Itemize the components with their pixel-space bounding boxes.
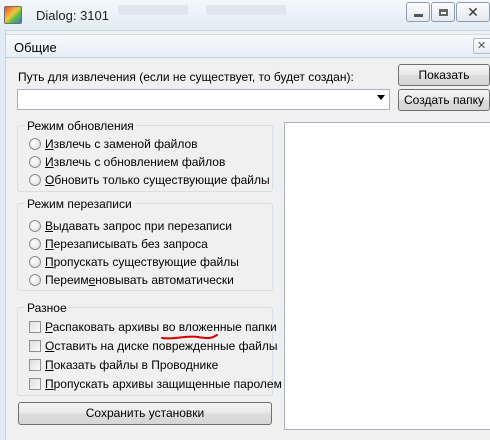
tab-header — [6, 34, 490, 58]
close-button[interactable]: ✕ — [456, 2, 490, 22]
minimize-icon — [413, 13, 423, 17]
update-mode-title: Режим обновления — [25, 119, 136, 133]
option-refresh-existing[interactable]: Обновить только существующие файлы — [45, 173, 270, 187]
tab-close-button[interactable]: ✕ — [473, 38, 490, 54]
checkbox-show-in-explorer[interactable] — [29, 359, 41, 371]
radio-ask[interactable] — [29, 220, 41, 232]
tab-general[interactable]: Общие — [14, 40, 57, 55]
save-settings-button[interactable]: Сохранить установки — [18, 402, 272, 425]
extract-path-combobox[interactable] — [17, 89, 390, 110]
option-overwrite[interactable]: Перезаписывать без запроса — [45, 237, 208, 251]
radio-replace[interactable] — [29, 138, 41, 150]
close-icon: ✕ — [477, 40, 487, 52]
radio-update[interactable] — [29, 156, 41, 168]
option-update[interactable]: Извлечь с обновлением файлов — [45, 155, 225, 169]
maximize-button[interactable] — [431, 2, 455, 22]
overwrite-mode-title: Режим перезаписи — [25, 197, 134, 211]
radio-refresh-existing[interactable] — [29, 174, 41, 186]
radio-rename[interactable] — [29, 274, 41, 286]
window-title: Dialog: 3101 — [36, 8, 109, 23]
option-skip-encrypted[interactable]: Пропускать архивы защищенные паролем — [45, 377, 282, 391]
checkbox-keep-broken[interactable] — [29, 340, 41, 352]
option-rename[interactable]: Переименовывать автоматически — [45, 273, 234, 287]
option-replace[interactable]: Извлечь с заменой файлов — [45, 137, 198, 151]
misc-title: Разное — [25, 301, 69, 315]
option-skip[interactable]: Пропускать существующие файлы — [45, 255, 239, 269]
path-label: Путь для извлечения (если не существует,… — [18, 70, 354, 84]
title-bar-faded-text — [206, 5, 286, 15]
red-annotation-underline — [161, 334, 218, 340]
close-icon: ✕ — [467, 3, 479, 20]
folder-tree-pane[interactable] — [284, 122, 490, 430]
new-folder-button[interactable]: Создать папку — [398, 89, 490, 111]
minimize-button[interactable] — [406, 2, 430, 22]
app-icon — [4, 6, 22, 24]
checkbox-skip-encrypted[interactable] — [29, 378, 41, 390]
show-button[interactable]: Показать — [398, 64, 490, 86]
radio-skip[interactable] — [29, 256, 41, 268]
maximize-icon — [438, 8, 448, 16]
option-show-in-explorer[interactable]: Показать файлы в Проводнике — [45, 358, 218, 372]
title-bar-faded-text — [118, 5, 188, 15]
radio-overwrite[interactable] — [29, 238, 41, 250]
checkbox-nested-folders[interactable] — [29, 321, 41, 333]
dropdown-arrow-icon[interactable] — [377, 95, 385, 100]
option-ask[interactable]: Выдавать запрос при перезаписи — [45, 219, 232, 233]
